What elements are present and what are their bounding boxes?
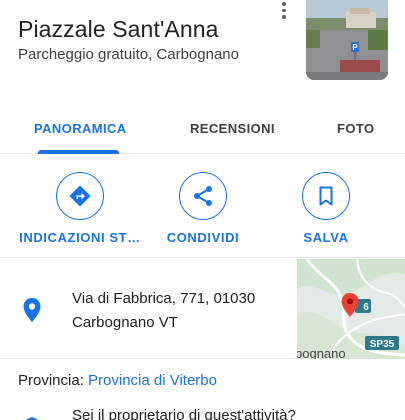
map-road-label-2: 6: [363, 302, 369, 313]
tab-recensioni[interactable]: RECENSIONI: [190, 104, 275, 152]
svg-text:P: P: [352, 43, 358, 52]
address-line-1: Via di Fabbrica, 771, 01030: [72, 290, 256, 307]
directions-button[interactable]: INDICAZIONI ST…: [18, 172, 142, 245]
tab-panoramica[interactable]: PANORAMICA: [34, 104, 127, 152]
active-tab-indicator: [38, 150, 119, 154]
claim-business-row[interactable]: Sei il proprietario di quest'attività?: [0, 400, 405, 420]
map-town-label: bognano: [297, 346, 346, 359]
address-line-2: Carbognano VT: [72, 314, 178, 331]
tab-foto[interactable]: FOTO: [337, 104, 374, 152]
verified-business-icon: [22, 416, 42, 420]
place-header: Piazzale Sant'Anna Parcheggio gratuito, …: [0, 0, 405, 100]
bookmark-icon: [319, 186, 333, 206]
claim-business-text: Sei il proprietario di quest'attività?: [72, 407, 296, 420]
address-text: Via di Fabbrica, 771, 01030 Carbognano V…: [72, 287, 255, 335]
map-road-label: SP35: [370, 339, 395, 350]
save-label: SALVA: [303, 230, 349, 245]
share-label: CONDIVIDI: [166, 230, 240, 245]
action-buttons: INDICAZIONI ST… CONDIVIDI SALVA: [0, 160, 405, 258]
share-icon: [194, 186, 212, 206]
more-options-icon[interactable]: [276, 0, 292, 20]
share-button[interactable]: CONDIVIDI: [163, 172, 243, 245]
place-category: Parcheggio gratuito, Carbognano: [18, 46, 239, 63]
directions-icon: [69, 185, 91, 207]
save-button[interactable]: SALVA: [290, 172, 362, 245]
place-photo-thumbnail[interactable]: P: [306, 0, 388, 80]
tab-bar: PANORAMICA RECENSIONI FOTO: [0, 104, 405, 154]
address-row[interactable]: Via di Fabbrica, 771, 01030 Carbognano V…: [0, 259, 405, 359]
location-pin-icon: [22, 297, 42, 328]
province-prefix: Provincia:: [18, 372, 84, 389]
place-title: Piazzale Sant'Anna: [18, 16, 219, 42]
province-row: Provincia: Provincia di Viterbo: [18, 372, 217, 389]
map-preview[interactable]: 6 SP35 bognano: [297, 259, 405, 359]
directions-label: INDICAZIONI ST…: [19, 230, 141, 245]
place-details-panel: Piazzale Sant'Anna Parcheggio gratuito, …: [0, 0, 405, 420]
province-link[interactable]: Provincia di Viterbo: [88, 372, 217, 389]
